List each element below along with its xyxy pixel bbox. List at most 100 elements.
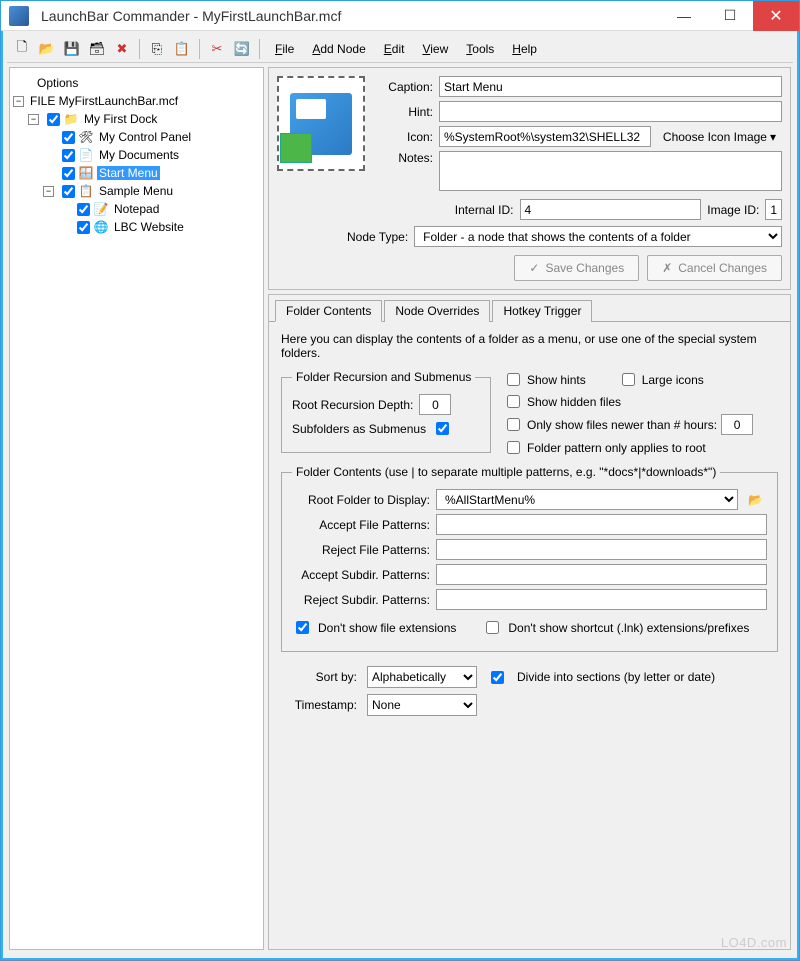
expander-icon[interactable]: − [28,114,39,125]
save-changes-button[interactable]: ✓Save Changes [514,255,639,281]
tree-subitem[interactable]: Notepad [112,202,161,216]
delete-icon[interactable] [111,38,133,60]
choose-icon-button[interactable]: Choose Icon Image▾ [657,128,782,146]
hint-input[interactable] [439,101,782,122]
menu-file[interactable]: File [272,40,297,58]
tree-checkbox[interactable] [62,131,75,144]
tree-item[interactable]: My Control Panel [97,130,193,144]
tab-folder-contents[interactable]: Folder Contents [275,300,382,322]
divide-sections-checkbox[interactable] [491,671,504,684]
docs-icon: 📄 [78,147,94,163]
show-hints-checkbox[interactable] [507,373,520,386]
tab-hotkey-trigger[interactable]: Hotkey Trigger [492,300,592,322]
separator [139,39,140,59]
root-folder-select[interactable]: %AllStartMenu% [436,489,738,510]
refresh-icon[interactable] [231,38,253,60]
separator [259,39,260,59]
tree-item[interactable]: My Documents [97,148,181,162]
save-icon[interactable] [61,38,83,60]
titlebar[interactable]: LaunchBar Commander - MyFirstLaunchBar.m… [1,1,799,31]
recursion-group: Folder Recursion and Submenus Root Recur… [281,370,491,453]
show-hidden-checkbox[interactable] [507,395,520,408]
tab-node-overrides[interactable]: Node Overrides [384,300,490,322]
accept-subdir-input[interactable] [436,564,767,585]
open-icon[interactable] [36,38,58,60]
separator [199,39,200,59]
tree-options[interactable]: Options [35,76,80,90]
app-window: LaunchBar Commander - MyFirstLaunchBar.m… [0,0,800,961]
no-lnk-checkbox[interactable] [486,621,499,634]
menubar: File Add Node Edit View Tools Help [272,40,540,58]
notes-input[interactable] [439,151,782,191]
minimize-button[interactable] [661,1,707,31]
notepad-icon: 📝 [93,201,109,217]
tree-subitem[interactable]: LBC Website [112,220,186,234]
no-extensions-checkbox[interactable] [296,621,309,634]
tree-checkbox[interactable] [77,221,90,234]
tree-dock[interactable]: My First Dock [82,112,159,126]
internal-id-input[interactable]: 4 [520,199,702,220]
dock-icon: 📁 [63,111,79,127]
image-id-label: Image ID: [707,203,759,217]
large-icons-checkbox[interactable] [622,373,635,386]
root-only-checkbox[interactable] [507,441,520,454]
node-properties: Caption:Start Menu Hint: Icon:%SystemRoo… [268,67,791,290]
menu-edit[interactable]: Edit [381,40,408,58]
icon-preview[interactable] [277,76,365,171]
toolbar: File Add Node Edit View Tools Help [7,35,793,63]
tree-checkbox[interactable] [62,167,75,180]
tree-item-selected[interactable]: Start Menu [97,166,160,180]
watermark: LO4D.com [721,935,787,950]
notes-label: Notes: [375,151,433,165]
paste-icon[interactable] [171,38,193,60]
chevron-down-icon: ▾ [770,130,776,144]
menu-view[interactable]: View [419,40,451,58]
close-button[interactable] [753,1,799,31]
reject-subdir-input[interactable] [436,589,767,610]
subfolders-checkbox[interactable] [436,422,449,435]
newer-than-checkbox[interactable] [507,418,520,431]
copy-icon[interactable] [146,38,168,60]
caption-input[interactable]: Start Menu [439,76,782,97]
expander-icon[interactable]: − [13,96,24,107]
tree-checkbox[interactable] [62,149,75,162]
newer-hours-input[interactable] [721,414,753,435]
window-title: LaunchBar Commander - MyFirstLaunchBar.m… [37,8,661,24]
cut-icon[interactable] [206,38,228,60]
tree-checkbox[interactable] [62,185,75,198]
node-type-label: Node Type: [347,230,408,244]
sort-by-select[interactable]: Alphabetically [367,666,477,688]
node-type-select[interactable]: Folder - a node that shows the contents … [414,226,782,247]
menu-add-node[interactable]: Add Node [309,40,368,58]
menu-icon: 📋 [78,183,94,199]
expander-icon[interactable]: − [43,186,54,197]
start-icon: 🪟 [78,165,94,181]
caption-label: Caption: [375,80,433,94]
maximize-button[interactable] [707,1,753,31]
menu-tools[interactable]: Tools [463,40,497,58]
timestamp-select[interactable]: None [367,694,477,716]
new-icon[interactable] [11,38,33,60]
tree-item[interactable]: Sample Menu [97,184,175,198]
tree-view[interactable]: Options −FILE MyFirstLaunchBar.mcf −📁My … [9,67,264,950]
folder-contents-group: Folder Contents (use | to separate multi… [281,465,778,652]
image-id-input[interactable]: 1 [765,199,782,220]
tree-checkbox[interactable] [47,113,60,126]
icon-label: Icon: [375,130,433,144]
tree-file[interactable]: FILE MyFirstLaunchBar.mcf [28,94,180,108]
internal-id-label: Internal ID: [455,203,514,217]
menu-help[interactable]: Help [509,40,540,58]
cancel-changes-button[interactable]: ✗Cancel Changes [647,255,782,281]
x-icon: ✗ [662,261,672,275]
check-icon: ✓ [529,261,539,275]
web-icon: 🌐 [93,219,109,235]
accept-file-input[interactable] [436,514,767,535]
recursion-depth-input[interactable] [419,394,451,415]
browse-folder-icon[interactable]: 📂 [744,493,767,507]
panel-icon: 🛠 [78,129,94,145]
app-icon [9,6,29,26]
tree-checkbox[interactable] [77,203,90,216]
reject-file-input[interactable] [436,539,767,560]
save-all-icon[interactable] [86,38,108,60]
icon-input[interactable]: %SystemRoot%\system32\SHELL32 [439,126,651,147]
